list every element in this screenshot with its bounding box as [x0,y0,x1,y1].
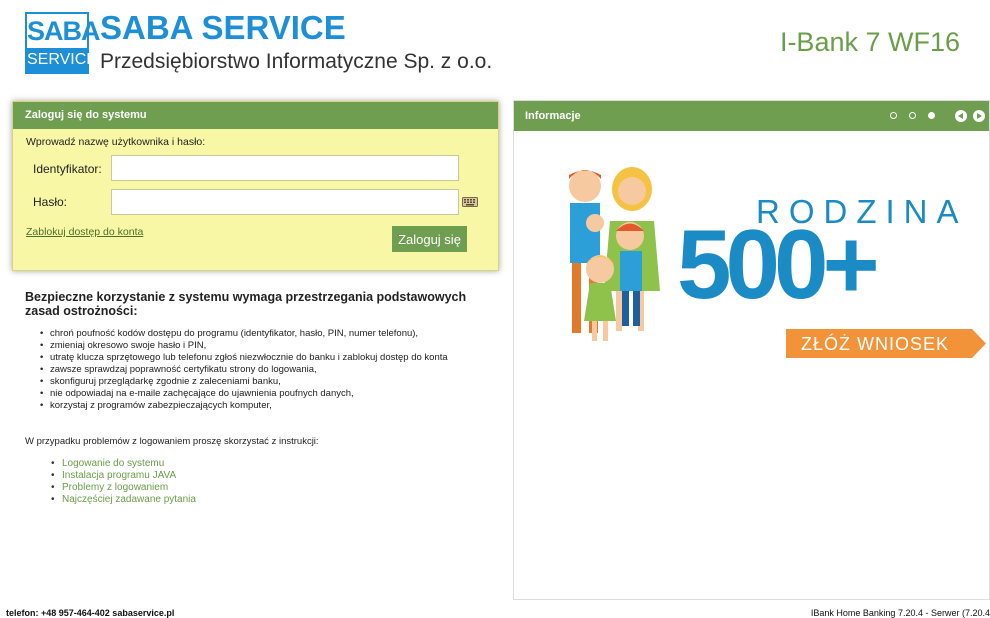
slide-dot-1[interactable] [890,112,897,119]
logo-top-text: SABA [27,16,101,46]
id-input[interactable] [111,155,459,181]
security-title: Bezpieczne korzystanie z systemu wymaga … [25,290,467,318]
lock-account-link[interactable]: Zablokuj dostęp do konta [26,226,143,238]
logo-bottom-text: SERVICE [27,48,97,72]
help-link-login[interactable]: Logowanie do systemu [51,458,196,470]
promo-button-label[interactable]: ZŁÓŻ WNIOSEK [801,334,949,355]
promo-number: 500+ [677,209,880,319]
footer-contact: telefon: +48 957-464-402 sabaservice.pl [6,608,175,618]
login-panel-title: Zaloguj się do systemu [13,102,498,129]
help-links: Logowanie do systemu Instalacja programu… [51,458,196,506]
list-item: korzystaj z programów zabezpieczających … [40,400,480,412]
chevron-right-icon[interactable] [973,110,985,122]
company-name: SABA SERVICE [100,9,346,46]
list-item: nie odpowiadaj na e-maile zachęcające do… [40,388,480,400]
list-item: zawsze sprawdzaj poprawność certyfikatu … [40,364,480,376]
help-intro: W przypadku problemów z logowaniem prosz… [25,436,319,447]
list-item: chroń poufność kodów dostępu do programu… [40,328,480,340]
slide-dot-2[interactable] [909,112,916,119]
slide-dot-3[interactable] [928,112,935,119]
footer-version: IBank Home Banking 7.20.4 - Serwer (7.20… [810,608,990,618]
security-list: chroń poufność kodów dostępu do programu… [40,328,480,412]
password-input[interactable] [111,189,459,215]
info-panel-title: Informacje [525,110,581,122]
company-subtitle: Przedsiębiorstwo Informatyczne Sp. z o.o… [100,50,493,73]
slide-arrows [955,110,985,122]
list-item: zmieniaj okresowo swoje hasło i PIN, [40,340,480,352]
info-panel: Informacje RODZINA 500+ ZŁÓŻ WNIOSEK [513,100,990,600]
help-link-faq[interactable]: Najczęściej zadawane pytania [51,494,196,506]
slide-indicators [890,112,935,119]
id-label: Identyfikator: [33,162,102,176]
login-panel: Zaloguj się do systemu Wprowadź nazwę uż… [12,101,499,271]
info-panel-header: Informacje [514,101,989,131]
keyboard-icon[interactable] [462,196,478,208]
help-link-java[interactable]: Instalacja programu JAVA [51,470,196,482]
login-intro: Wprowadź nazwę użytkownika i hasło: [26,136,206,148]
help-link-problems[interactable]: Problemy z logowaniem [51,482,196,494]
list-item: utratę klucza sprzętowego lub telefonu z… [40,352,480,364]
password-label: Hasło: [33,195,68,209]
chevron-left-icon[interactable] [955,110,967,122]
list-item: skonfiguruj przeglądarkę zgodnie z zalec… [40,376,480,388]
family-illustration [569,167,660,341]
company-logo: SABA SERVICE [25,12,101,74]
login-button[interactable]: Zaloguj się [392,226,467,252]
app-title: I-Bank 7 WF16 [779,27,960,57]
